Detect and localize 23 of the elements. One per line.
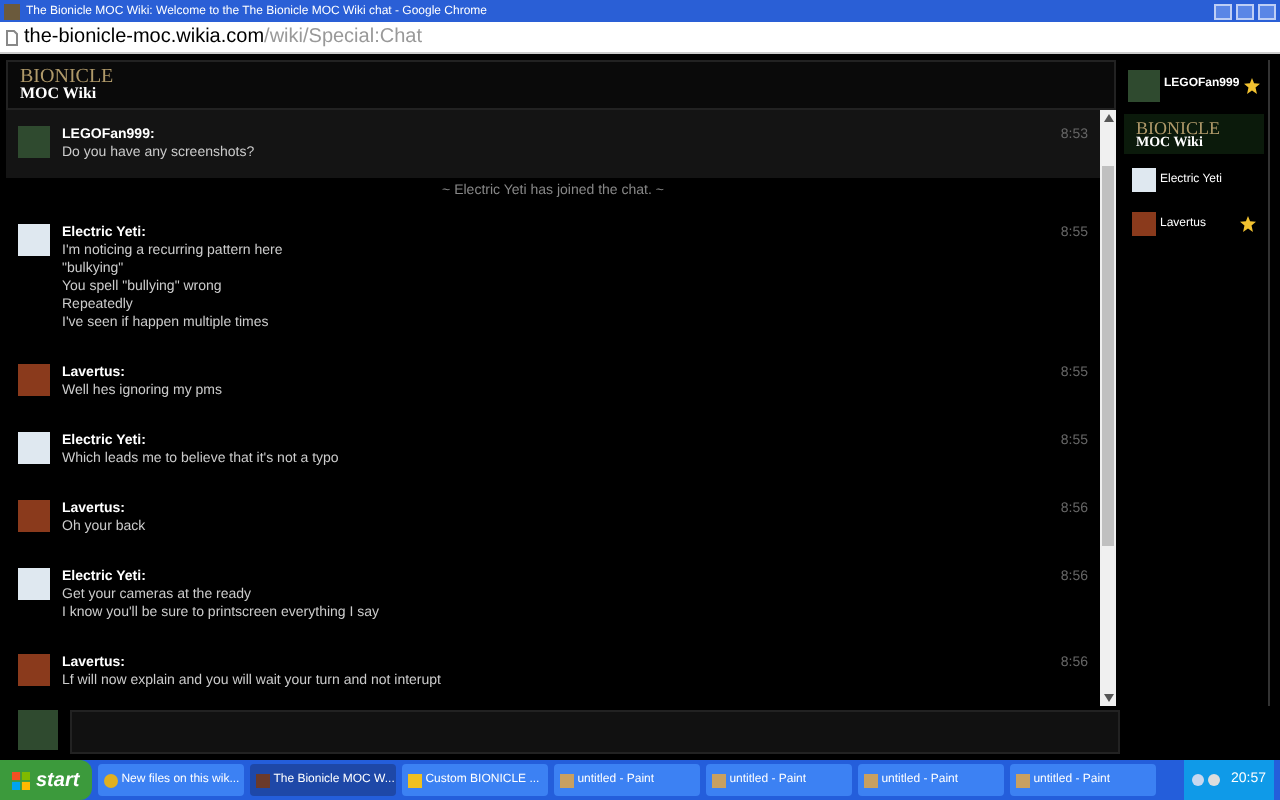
app-icon — [255, 773, 270, 787]
minimize-button[interactable] — [1214, 3, 1232, 19]
page-icon — [6, 29, 18, 45]
address-field[interactable]: the-bionicle-moc.wikia.com/wiki/Special:Chat — [24, 27, 422, 47]
scroll-thumb[interactable] — [1102, 166, 1114, 546]
app-icon — [711, 773, 726, 787]
browser-icon — [4, 3, 20, 19]
start-button[interactable]: start — [0, 760, 92, 800]
maximize-button[interactable] — [1236, 3, 1254, 19]
logo-subtitle: MOC Wiki — [20, 86, 99, 102]
app-icon — [863, 773, 878, 787]
scroll-down-icon[interactable] — [1103, 694, 1113, 702]
app-icon — [407, 773, 422, 787]
app-icon — [103, 773, 118, 787]
logo-title: BIONICLE — [20, 68, 116, 86]
message-input[interactable] — [70, 710, 1120, 754]
windows-logo-icon — [12, 771, 30, 789]
app-icon — [1015, 773, 1030, 787]
close-button[interactable] — [1258, 3, 1276, 19]
app-icon — [559, 773, 574, 787]
scroll-up-icon[interactable] — [1103, 114, 1113, 122]
logo-title: BIONICLE — [1136, 119, 1222, 135]
scrollbar[interactable] — [1100, 110, 1116, 706]
